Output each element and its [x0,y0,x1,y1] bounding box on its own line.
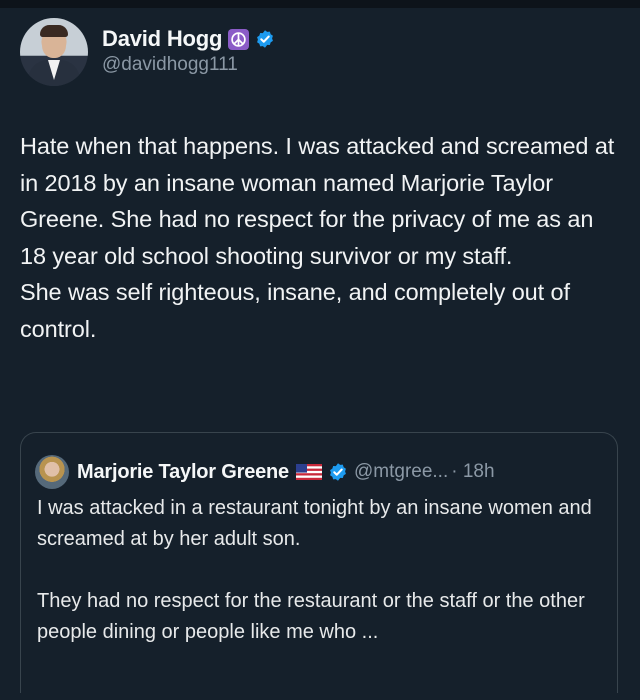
tweet[interactable]: David Hogg @davidhogg111 Hate when that … [0,8,640,700]
quoted-author-display-name: Marjorie Taylor Greene [77,460,289,483]
author-display-name[interactable]: David Hogg [102,26,222,52]
quoted-author-avatar [35,455,69,489]
peace-symbol-icon [228,28,250,50]
quoted-timestamp: · 18h [451,461,495,482]
quoted-tweet-text: I was attacked in a restaurant tonight b… [37,493,607,648]
tweet-header: David Hogg @davidhogg111 [20,14,275,90]
top-strip [0,0,640,8]
quoted-text-paragraph-2: They had no respect for the restaurant o… [37,590,585,643]
quoted-text-paragraph-1: I was attacked in a restaurant tonight b… [37,497,592,550]
tweet-text: Hate when that happens. I was attacked a… [20,128,620,347]
us-flag-icon [295,464,322,480]
quoted-tweet[interactable]: Marjorie Taylor Greene @mtgree... · 18h … [20,432,618,693]
verified-badge-icon [257,30,274,48]
quoted-verified-badge-icon [330,463,346,481]
tweet-text-content: Hate when that happens. I was attacked a… [20,133,615,342]
author-name-row: David Hogg [102,26,275,52]
quoted-author-handle: @mtgree... [353,461,449,482]
author-handle[interactable]: @davidhogg111 [102,54,275,76]
quoted-tweet-header: Marjorie Taylor Greene @mtgree... · 18h [35,455,495,489]
author-names: David Hogg @davidhogg111 [102,26,275,76]
author-avatar[interactable] [20,18,88,86]
